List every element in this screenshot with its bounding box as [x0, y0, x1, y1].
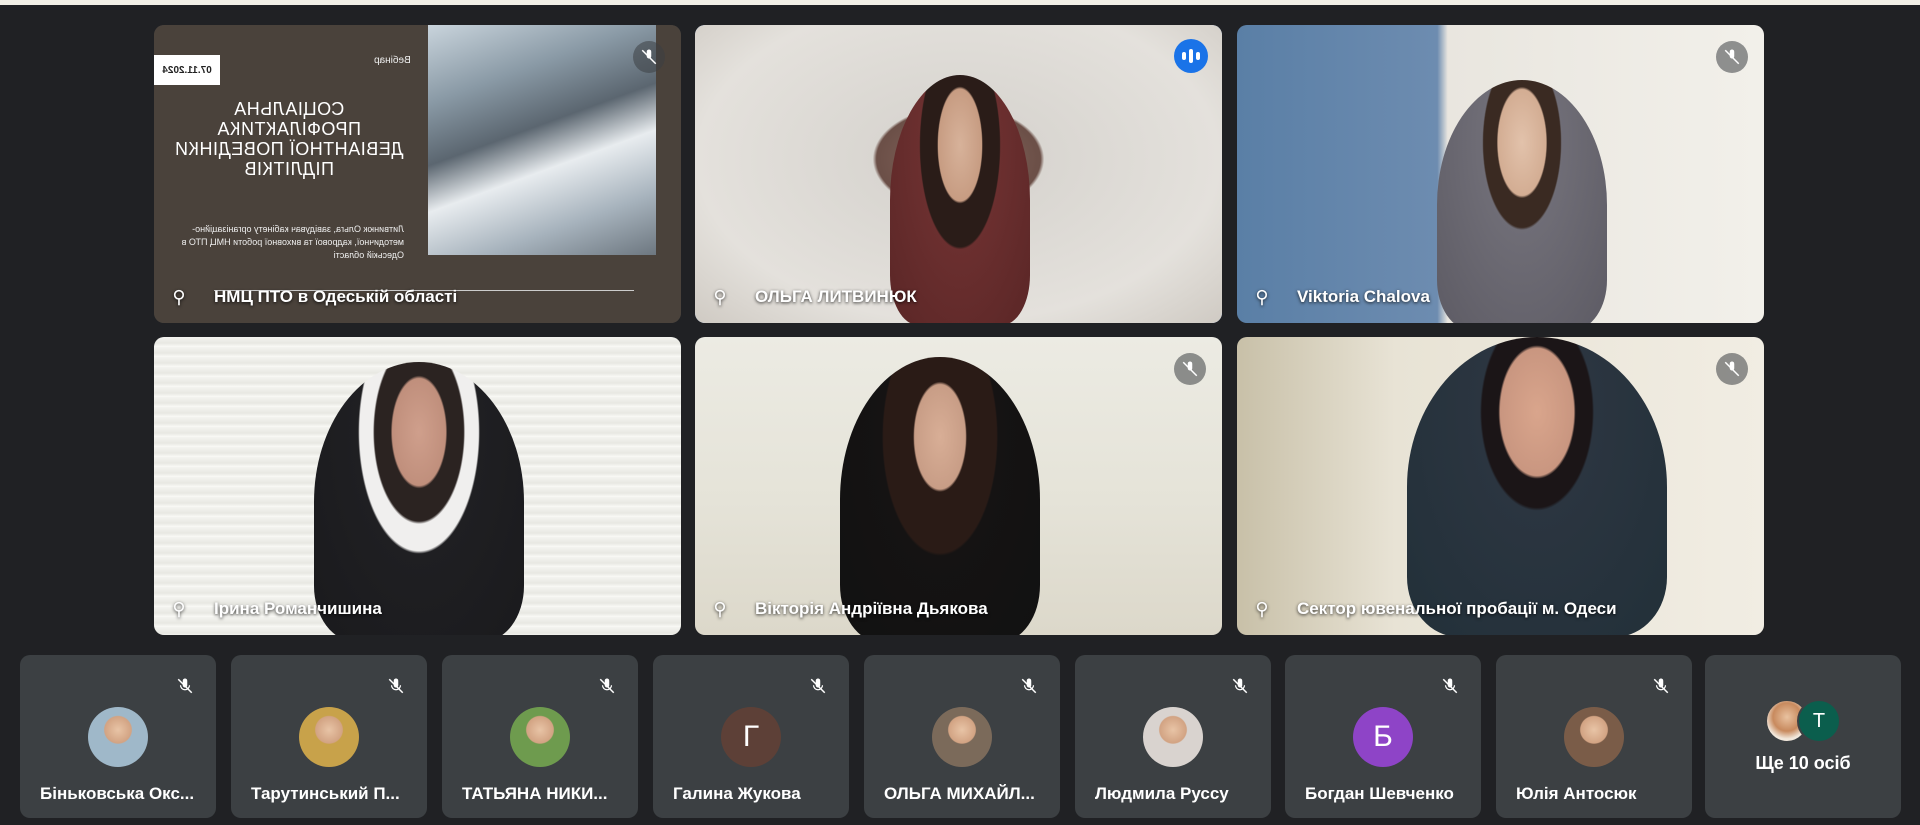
avatar [1564, 707, 1624, 767]
slide-title: СОЦІАЛЬНА ПРОФІЛАКТИКА ДЕВІАНТНОЇ ПОВЕДІ… [174, 99, 404, 179]
participant-tile-small[interactable]: Юлія Антосюк [1496, 655, 1692, 818]
more-participants-tile[interactable]: Т Ще 10 осіб [1705, 655, 1901, 818]
participant-tile[interactable]: ⚲ Viktoria Chalova [1237, 25, 1764, 323]
participant-name: Вікторія Андріївна Дьякова [755, 599, 988, 618]
slide-author: Литвинюк Ольга, завідувач кабінету орган… [181, 224, 404, 260]
top-edge [0, 0, 1920, 5]
participant-name: Ірина Романчишина [214, 599, 382, 618]
participant-name: НМЦ ПТО в Одеській області [214, 287, 458, 306]
participant-name: ОЛЬГА ЛИТВИНЮК [755, 287, 917, 306]
participant-name: Сектор ювенальної пробації м. Одеси [1297, 599, 1617, 618]
mic-off-icon [1225, 671, 1255, 701]
slide-label: Вебінар [374, 55, 411, 66]
participant-tile-small[interactable]: Біньковська Окс... [20, 655, 216, 818]
participant-video [1237, 337, 1764, 635]
avatar [932, 707, 992, 767]
pin-icon[interactable]: ⚲ [168, 285, 190, 309]
participant-tile-small[interactable]: Людмила Руссу [1075, 655, 1271, 818]
avatar [88, 707, 148, 767]
pin-icon[interactable]: ⚲ [709, 285, 731, 309]
mic-off-icon [1014, 671, 1044, 701]
participant-name: Viktoria Chalova [1297, 287, 1430, 306]
mic-off-icon [592, 671, 622, 701]
participant-name: Богдан Шевченко [1305, 784, 1454, 803]
participant-video [695, 337, 1222, 635]
participant-video [1237, 25, 1764, 323]
pin-icon[interactable]: ⚲ [168, 597, 190, 621]
mic-off-icon [1646, 671, 1676, 701]
mic-off-icon [1174, 353, 1206, 385]
pin-icon[interactable]: ⚲ [1251, 285, 1273, 309]
participant-name: Юлія Антосюк [1516, 784, 1637, 803]
participant-name: Галина Жукова [673, 784, 801, 803]
mic-off-icon [170, 671, 200, 701]
speaking-indicator-icon [1174, 39, 1208, 73]
avatar [299, 707, 359, 767]
presentation-slide: 07.11.2024 Вебінар СОЦІАЛЬНА ПРОФІЛАКТИК… [154, 25, 681, 323]
avatar [1143, 707, 1203, 767]
participant-tile-small[interactable]: Г Галина Жукова [653, 655, 849, 818]
participant-tile-small[interactable]: Б Богдан Шевченко [1285, 655, 1481, 818]
avatar: Т [1797, 699, 1841, 743]
mic-off-icon [1435, 671, 1465, 701]
mic-off-icon [803, 671, 833, 701]
mic-off-icon [1716, 353, 1748, 385]
participant-tile[interactable]: ⚲ Сектор ювенальної пробації м. Одеси [1237, 337, 1764, 635]
participant-tile[interactable]: ⚲ Вікторія Андріївна Дьякова [695, 337, 1222, 635]
more-participants-label: Ще 10 осіб [1755, 753, 1851, 773]
avatar: Б [1353, 707, 1413, 767]
more-participants-avatars: Т [1765, 699, 1855, 743]
participant-tile-active-speaker[interactable]: ⚲ ОЛЬГА ЛИТВИНЮК [695, 25, 1222, 323]
participant-video [154, 337, 681, 635]
participant-name: Тарутинський П... [251, 784, 400, 803]
participant-video [695, 25, 1222, 323]
pin-icon[interactable]: ⚲ [1251, 597, 1273, 621]
avatar [510, 707, 570, 767]
participant-tile[interactable]: ⚲ Ірина Романчишина [154, 337, 681, 635]
slide-date: 07.11.2024 [154, 55, 220, 85]
mic-off-icon [633, 41, 665, 73]
participant-tile-presentation[interactable]: 07.11.2024 Вебінар СОЦІАЛЬНА ПРОФІЛАКТИК… [154, 25, 681, 323]
mic-off-icon [1716, 41, 1748, 73]
participant-name: Людмила Руссу [1095, 784, 1229, 803]
participant-name: ТАТЬЯНА НИКИ... [462, 784, 608, 803]
participant-name: ОЛЬГА МИХАЙЛ... [884, 784, 1035, 803]
participant-name: Біньковська Окс... [40, 784, 195, 803]
slide-photo [428, 25, 656, 255]
mic-off-icon [381, 671, 411, 701]
participant-tile-small[interactable]: Тарутинський П... [231, 655, 427, 818]
pin-icon[interactable]: ⚲ [709, 597, 731, 621]
participant-tile-small[interactable]: ОЛЬГА МИХАЙЛ... [864, 655, 1060, 818]
participant-tile-small[interactable]: ТАТЬЯНА НИКИ... [442, 655, 638, 818]
avatar: Г [721, 707, 781, 767]
